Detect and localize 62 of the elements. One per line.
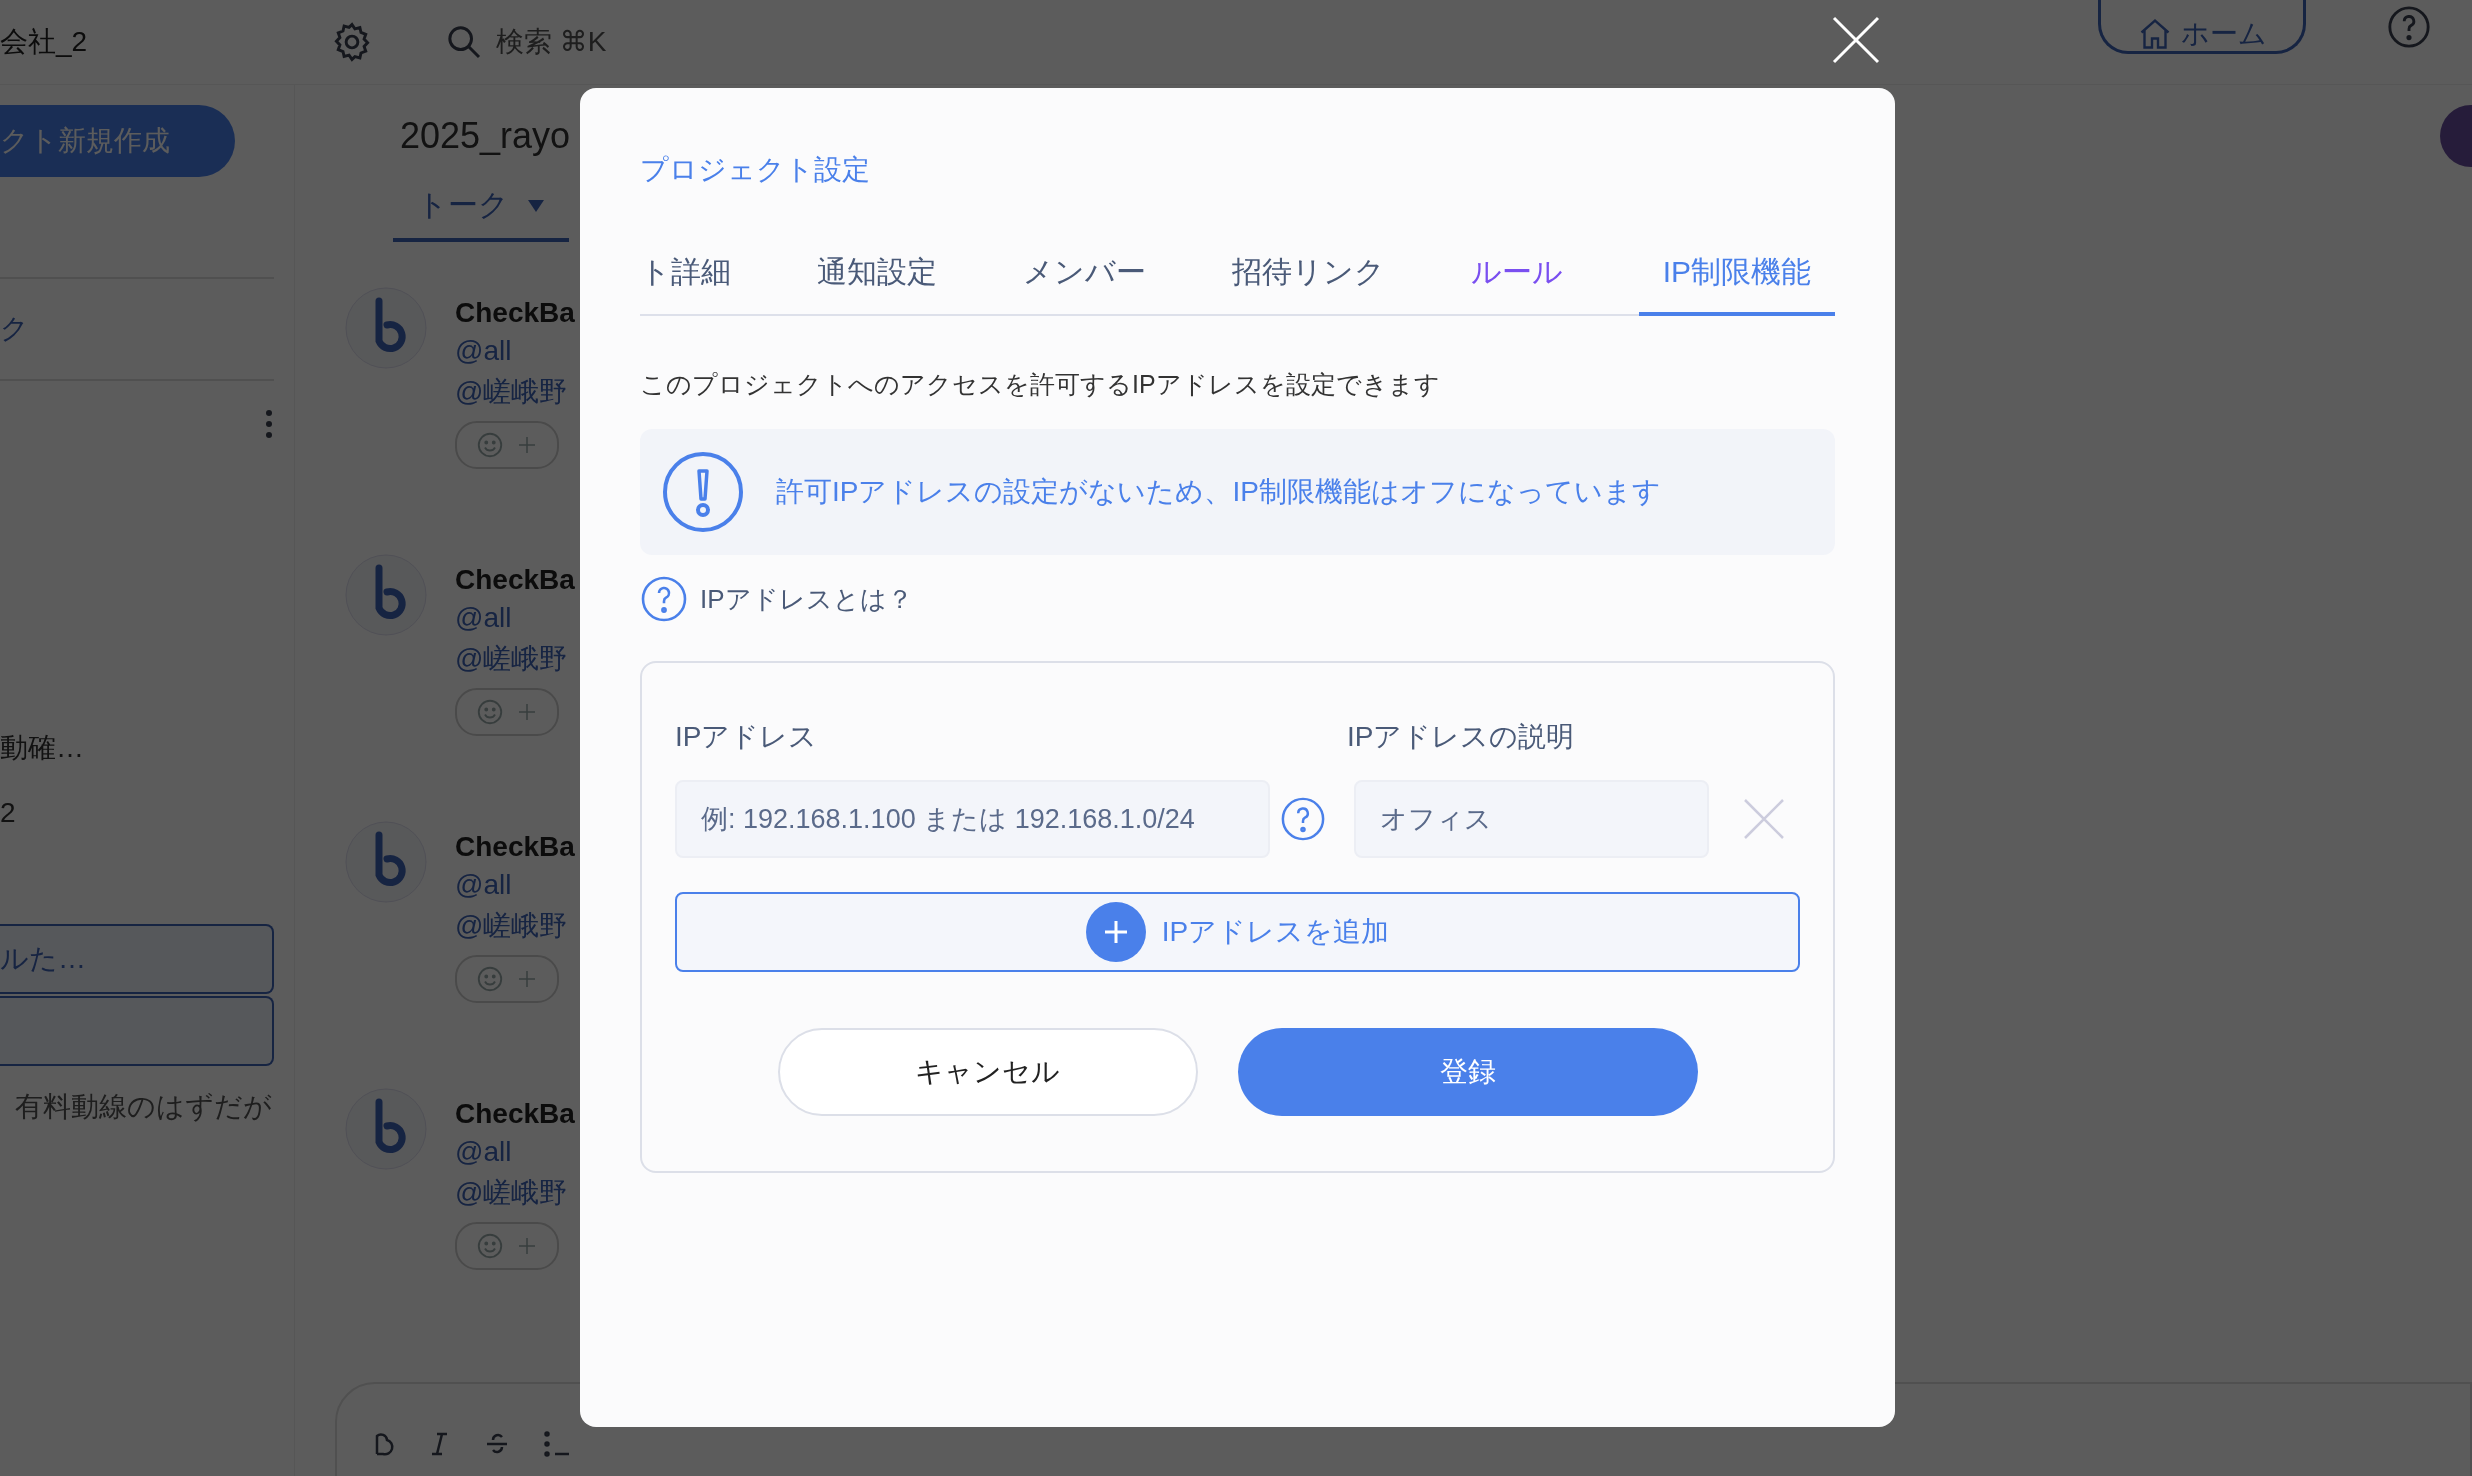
smiley-icon: [475, 697, 505, 727]
logo-avatar-icon: [345, 554, 427, 636]
exclamation-icon: [662, 451, 744, 533]
reaction-button[interactable]: [455, 421, 559, 469]
mention-text[interactable]: @嵯峨野: [455, 640, 575, 678]
smiley-icon: [475, 430, 505, 460]
plus-icon: [1085, 902, 1146, 962]
logo-avatar-icon: [345, 1088, 427, 1170]
search-field[interactable]: 検索 ⌘K: [444, 22, 607, 62]
talk-tab[interactable]: トーク: [393, 179, 569, 242]
settings-tab[interactable]: ト詳細: [640, 240, 753, 316]
mention-text[interactable]: @all: [455, 869, 575, 901]
dialog-title: プロジェクト設定: [640, 153, 871, 187]
field-label: IPアドレス: [675, 720, 819, 754]
message-author: CheckBa: [455, 831, 575, 863]
new-project-button[interactable]: クト新規作成: [0, 105, 235, 177]
message-author: CheckBa: [455, 564, 575, 596]
ip-address-field[interactable]: 例: 192.168.1.100 または 192.168.1.0/24: [675, 780, 1270, 858]
smiley-icon: [475, 964, 505, 994]
help-icon[interactable]: [1280, 796, 1326, 842]
settings-tab[interactable]: ルール: [1449, 240, 1585, 316]
sidebar-item[interactable]: ク: [0, 310, 29, 348]
settings-tab[interactable]: 通知設定: [795, 240, 959, 316]
home-button[interactable]: ホーム: [2098, 0, 2306, 54]
sidebar-item[interactable]: 動確…: [0, 729, 274, 767]
reaction-button[interactable]: [455, 1222, 559, 1270]
alert-text: 許可IPアドレスの設定がないため、IP制限機能はオフになっています: [776, 475, 1661, 509]
logo-avatar-icon: [345, 821, 427, 903]
reaction-button[interactable]: [455, 955, 559, 1003]
mention-text[interactable]: @all: [455, 1136, 575, 1168]
sidebar-card[interactable]: ルた…: [0, 924, 274, 994]
caret-icon: [527, 198, 545, 213]
project-title: 2025_rayo: [400, 115, 571, 157]
smiley-icon: [475, 1231, 505, 1261]
mention-text[interactable]: @all: [455, 335, 575, 367]
description-field[interactable]: オフィス: [1354, 780, 1709, 858]
sidebar-note: 有料動線のはずだが: [15, 1090, 273, 1124]
field-label: IPアドレスの説明: [1347, 720, 1575, 754]
company-name: 会社_2: [0, 25, 89, 59]
reaction-button[interactable]: [455, 688, 559, 736]
mention-text[interactable]: @嵯峨野: [455, 1174, 575, 1212]
description-text: このプロジェクトへのアクセスを許可するIPアドレスを設定できます: [640, 369, 1441, 400]
submit-button[interactable]: 登録: [1237, 1028, 1698, 1116]
settings-tab[interactable]: IP制限機能: [1638, 240, 1835, 316]
help-icon[interactable]: [640, 575, 688, 623]
mention-text[interactable]: @嵯峨野: [455, 907, 575, 945]
mention-text[interactable]: @嵯峨野: [455, 373, 575, 411]
settings-tab[interactable]: メンバー: [1001, 240, 1168, 316]
more-icon[interactable]: [264, 409, 274, 439]
remove-icon[interactable]: [1743, 798, 1785, 840]
message-author: CheckBa: [455, 1098, 575, 1130]
close-icon[interactable]: [1832, 16, 1880, 64]
sidebar-card[interactable]: [0, 996, 274, 1066]
help-icon[interactable]: [2386, 4, 2432, 50]
mention-text[interactable]: @all: [455, 602, 575, 634]
settings-tab[interactable]: 招待リンク: [1210, 240, 1407, 316]
logo-avatar-icon: [345, 287, 427, 369]
add-ip-button[interactable]: IPアドレスを追加: [675, 892, 1800, 972]
sidebar-item[interactable]: 2: [0, 797, 274, 829]
cancel-button[interactable]: キャンセル: [777, 1028, 1198, 1116]
help-link[interactable]: IPアドレスとは？: [700, 581, 913, 617]
message-author: CheckBa: [455, 297, 575, 329]
